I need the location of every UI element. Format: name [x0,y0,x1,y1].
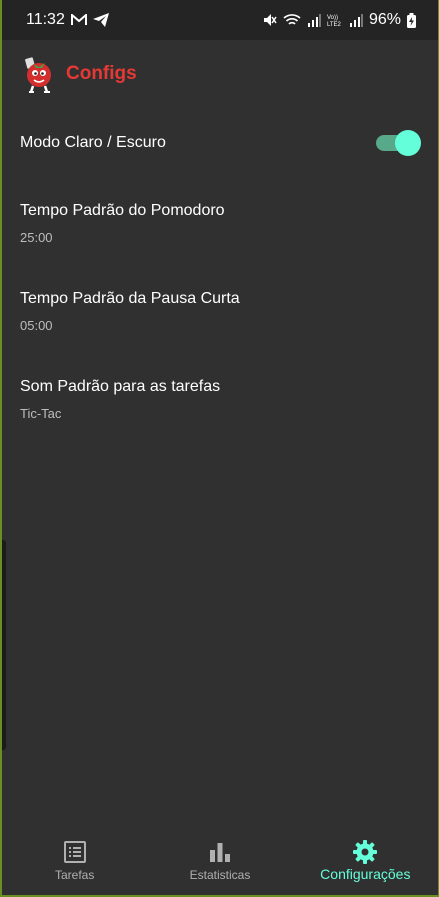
nav-label-tarefas: Tarefas [54,868,95,882]
status-left: 11:32 [26,11,109,29]
battery-charging-icon [407,12,416,28]
sound-setting-label: Som Padrão para as tarefas [20,378,221,395]
bottom-navigation: Tarefas Estatisticas Configurações [2,833,438,895]
battery-percent: 96% [368,11,401,28]
app-screen: 11:32 Vo)) LTE2 96% Configs Modo Claro /… [2,0,438,895]
sound-setting-value: Tic-Tac [20,406,62,421]
sound-setting-row[interactable]: Som Padrão para as tarefas Tic-Tac [20,378,420,421]
nav-item-configuracoes[interactable]: Configurações [293,833,438,895]
nav-label-configuracoes: Configurações [320,866,411,882]
pomodoro-setting-label: Tempo Padrão do Pomodoro [20,202,225,219]
short-break-setting-row[interactable]: Tempo Padrão da Pausa Curta 05:00 [20,290,420,333]
svg-text:Vo)): Vo)) [327,15,338,21]
gmail-icon [70,14,87,26]
app-bar: Configs [2,40,438,108]
status-time: 11:32 [26,11,65,28]
nav-item-tarefas[interactable]: Tarefas [2,833,147,895]
page-title: Configs [66,63,137,84]
theme-toggle[interactable] [376,130,421,156]
short-break-setting-label: Tempo Padrão da Pausa Curta [20,290,240,307]
short-break-setting-value: 05:00 [20,318,53,333]
pomodoro-setting-value: 25:00 [20,230,53,245]
nav-label-estatisticas: Estatisticas [189,868,251,882]
nav-item-estatisticas[interactable]: Estatisticas [147,833,292,895]
signal-icon [349,13,363,27]
pomodoro-setting-row[interactable]: Tempo Padrão do Pomodoro 25:00 [20,202,420,245]
wifi-icon [283,13,301,27]
edge-panel-handle[interactable] [2,540,6,750]
bar-chart-icon [207,839,233,865]
status-right: Vo)) LTE2 96% [263,11,416,29]
signal-icon [307,13,321,27]
theme-setting-label: Modo Claro / Escuro [20,134,166,151]
telegram-icon [92,13,109,27]
status-bar: 11:32 Vo)) LTE2 96% [2,0,438,40]
list-icon [62,839,88,865]
theme-setting-row[interactable]: Modo Claro / Escuro [20,130,421,156]
svg-text:LTE2: LTE2 [327,22,342,27]
toggle-thumb [395,130,421,156]
tomato-mascot-logo [20,54,56,94]
mute-icon [263,13,277,27]
gear-icon [352,839,378,865]
volte-icon: Vo)) LTE2 [327,13,343,27]
